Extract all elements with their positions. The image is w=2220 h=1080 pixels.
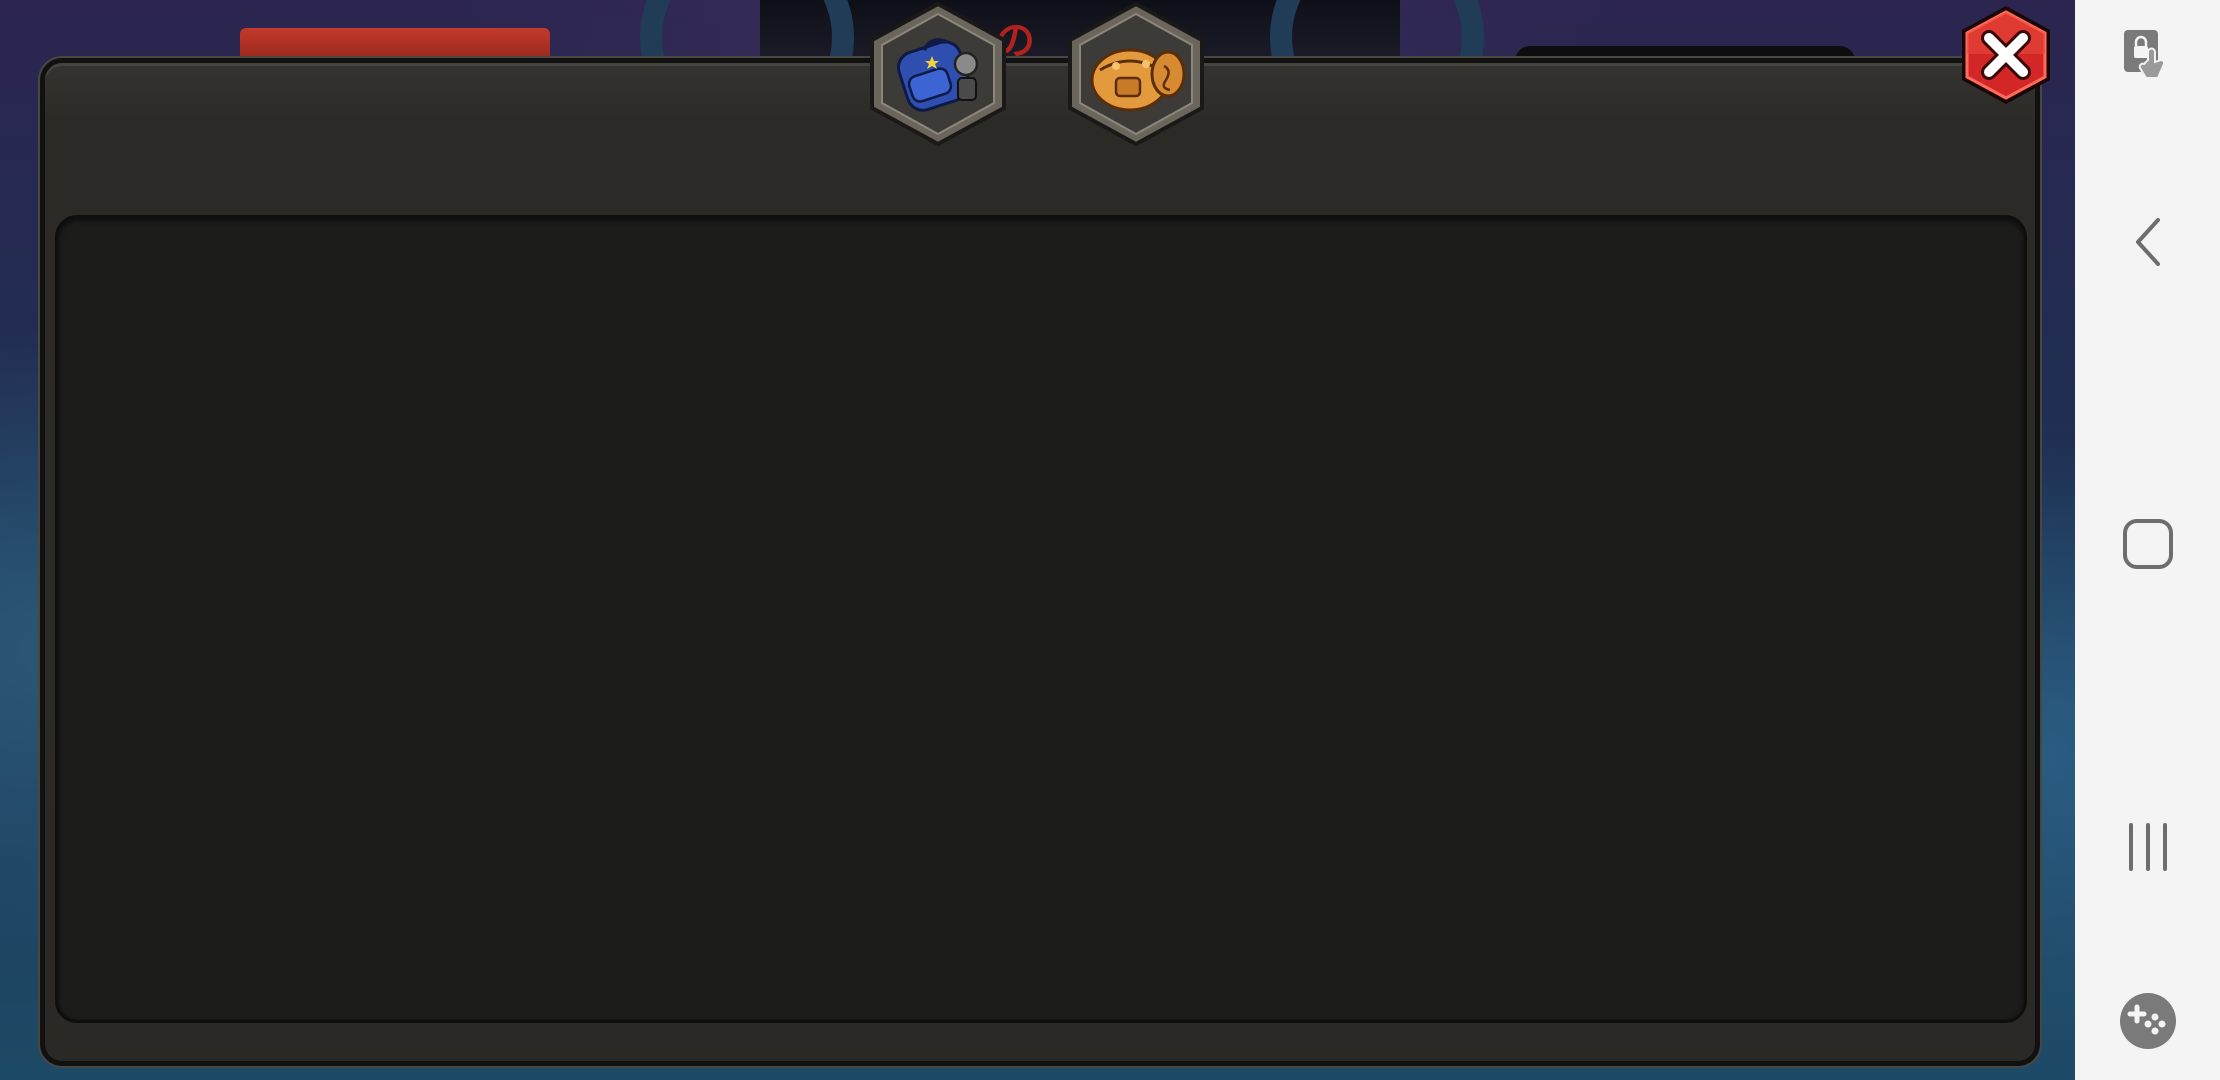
- screen: の: [0, 0, 2220, 1080]
- recent-apps-icon: [2128, 823, 2167, 871]
- tab-backpack[interactable]: [862, 0, 1014, 148]
- touch-lock-icon: [2123, 30, 2165, 79]
- close-icon: [1962, 6, 2050, 104]
- inventory-dialog: [40, 58, 2040, 1066]
- back-button[interactable]: [2075, 187, 2220, 297]
- orange-supply-bag-icon: [1068, 1, 1204, 147]
- game-tools-icon: [2119, 993, 2176, 1049]
- system-nav-bar: [2075, 0, 2220, 1080]
- inventory-content-area: [55, 215, 2027, 1023]
- blue-backpack-icon: [870, 1, 1006, 147]
- back-chevron-icon: [2135, 218, 2160, 266]
- tab-supply-bag[interactable]: [1060, 0, 1212, 148]
- recent-apps-button[interactable]: [2075, 792, 2220, 902]
- home-button[interactable]: [2075, 489, 2220, 599]
- close-button[interactable]: [1955, 4, 2057, 106]
- touch-lock-button[interactable]: [2075, 4, 2220, 114]
- game-tools-button[interactable]: [2075, 966, 2220, 1076]
- home-square-icon: [2122, 519, 2173, 569]
